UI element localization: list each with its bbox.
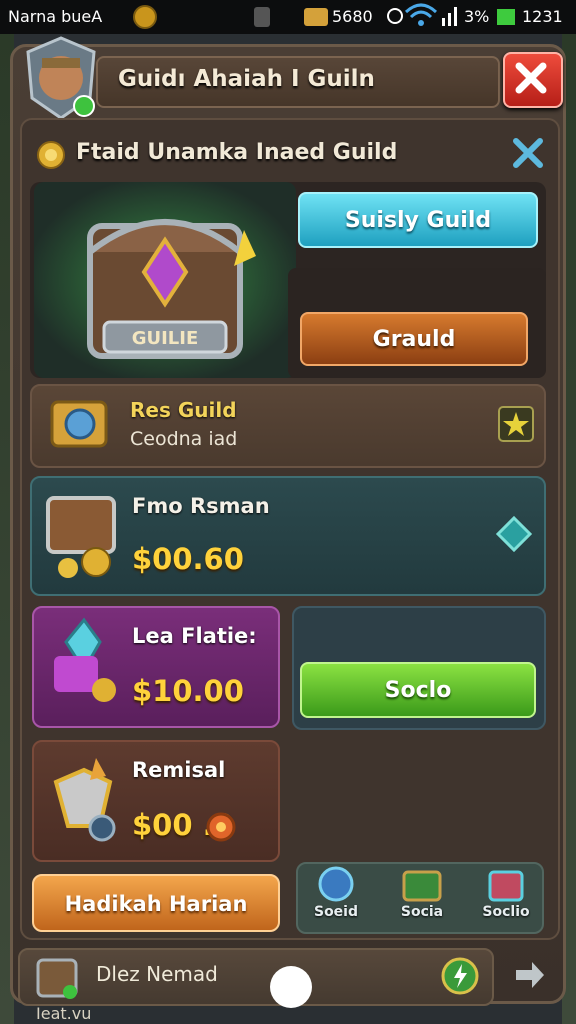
treasure-chest-icon: GUILIE: [87, 219, 256, 359]
search-coin-icon: [36, 140, 66, 170]
globe-icon: [318, 866, 354, 902]
row-subtitle: Ceodna iad: [130, 428, 238, 450]
cube-icon: [488, 870, 524, 902]
row-title: Remisal: [132, 758, 226, 782]
home-button[interactable]: [270, 966, 312, 1008]
main-orange-button[interactable]: Hadikah Harian: [32, 874, 280, 932]
price-label: $00.60: [132, 542, 244, 576]
refresh-icon: [386, 5, 404, 31]
status-lock-icon: [252, 5, 272, 33]
crystal-icon: [42, 616, 126, 718]
footer-text: Ieat.vu: [36, 1004, 92, 1023]
lightning-icon[interactable]: [440, 956, 480, 1000]
arrow-right-icon[interactable]: [502, 948, 556, 1002]
nav-item-socia[interactable]: Socia: [384, 864, 460, 932]
bottom-text: Dlez Nemad: [96, 962, 218, 986]
nav-item-soclio[interactable]: Soclio: [468, 864, 544, 932]
book-icon: [402, 870, 442, 902]
close-button[interactable]: [503, 52, 563, 108]
guild-emblem-icon: [48, 396, 110, 456]
nav-item-soeid[interactable]: Soeid: [298, 864, 374, 932]
bottom-bar: [18, 948, 494, 1006]
gem-treasure-icon: [42, 752, 126, 854]
bag-icon[interactable]: [34, 952, 82, 1006]
page-title: Guidı Ahaiah I Guiln: [118, 66, 375, 92]
x-icon[interactable]: [508, 133, 548, 173]
battery-icon: [496, 7, 516, 31]
status-mid-text: 5680: [332, 7, 373, 26]
price-label: $10.00: [132, 674, 244, 708]
crest-text: GUILIE: [132, 328, 199, 349]
guild-crest-image: GUILIE: [34, 182, 296, 378]
status-chest-icon: [302, 3, 330, 33]
close-icon: [515, 62, 547, 94]
signal-icon: [440, 4, 460, 32]
wifi-icon: [404, 2, 438, 34]
battery-percent: 3%: [464, 7, 490, 26]
row-title: Res Guild: [130, 398, 237, 422]
status-coin-icon: [132, 5, 158, 33]
treasure-chest-icon: [42, 488, 124, 588]
status-bar: Narna bueA 5680 3% 1231: [0, 0, 576, 34]
subheader-title: Ftaid Unamka Inaed Guild: [76, 140, 398, 165]
avatar-icon[interactable]: [22, 36, 100, 120]
row-title: Lea Flatie:: [132, 624, 257, 648]
nav-label: Socia: [400, 904, 444, 920]
cog-icon: [206, 812, 236, 846]
primary-guild-button[interactable]: Suisly Guild: [298, 192, 538, 248]
star-icon[interactable]: [498, 406, 534, 446]
green-action-button[interactable]: Soclo: [300, 662, 536, 718]
nav-label: Soclio: [482, 904, 530, 920]
diamond-icon[interactable]: [495, 515, 533, 556]
status-time: 1231: [522, 7, 563, 26]
status-left-text: Narna bueA: [8, 7, 103, 26]
row-title: Fmo Rsman: [132, 494, 270, 518]
secondary-guild-button[interactable]: Grauld: [300, 312, 528, 366]
nav-label: Soeid: [313, 904, 359, 920]
